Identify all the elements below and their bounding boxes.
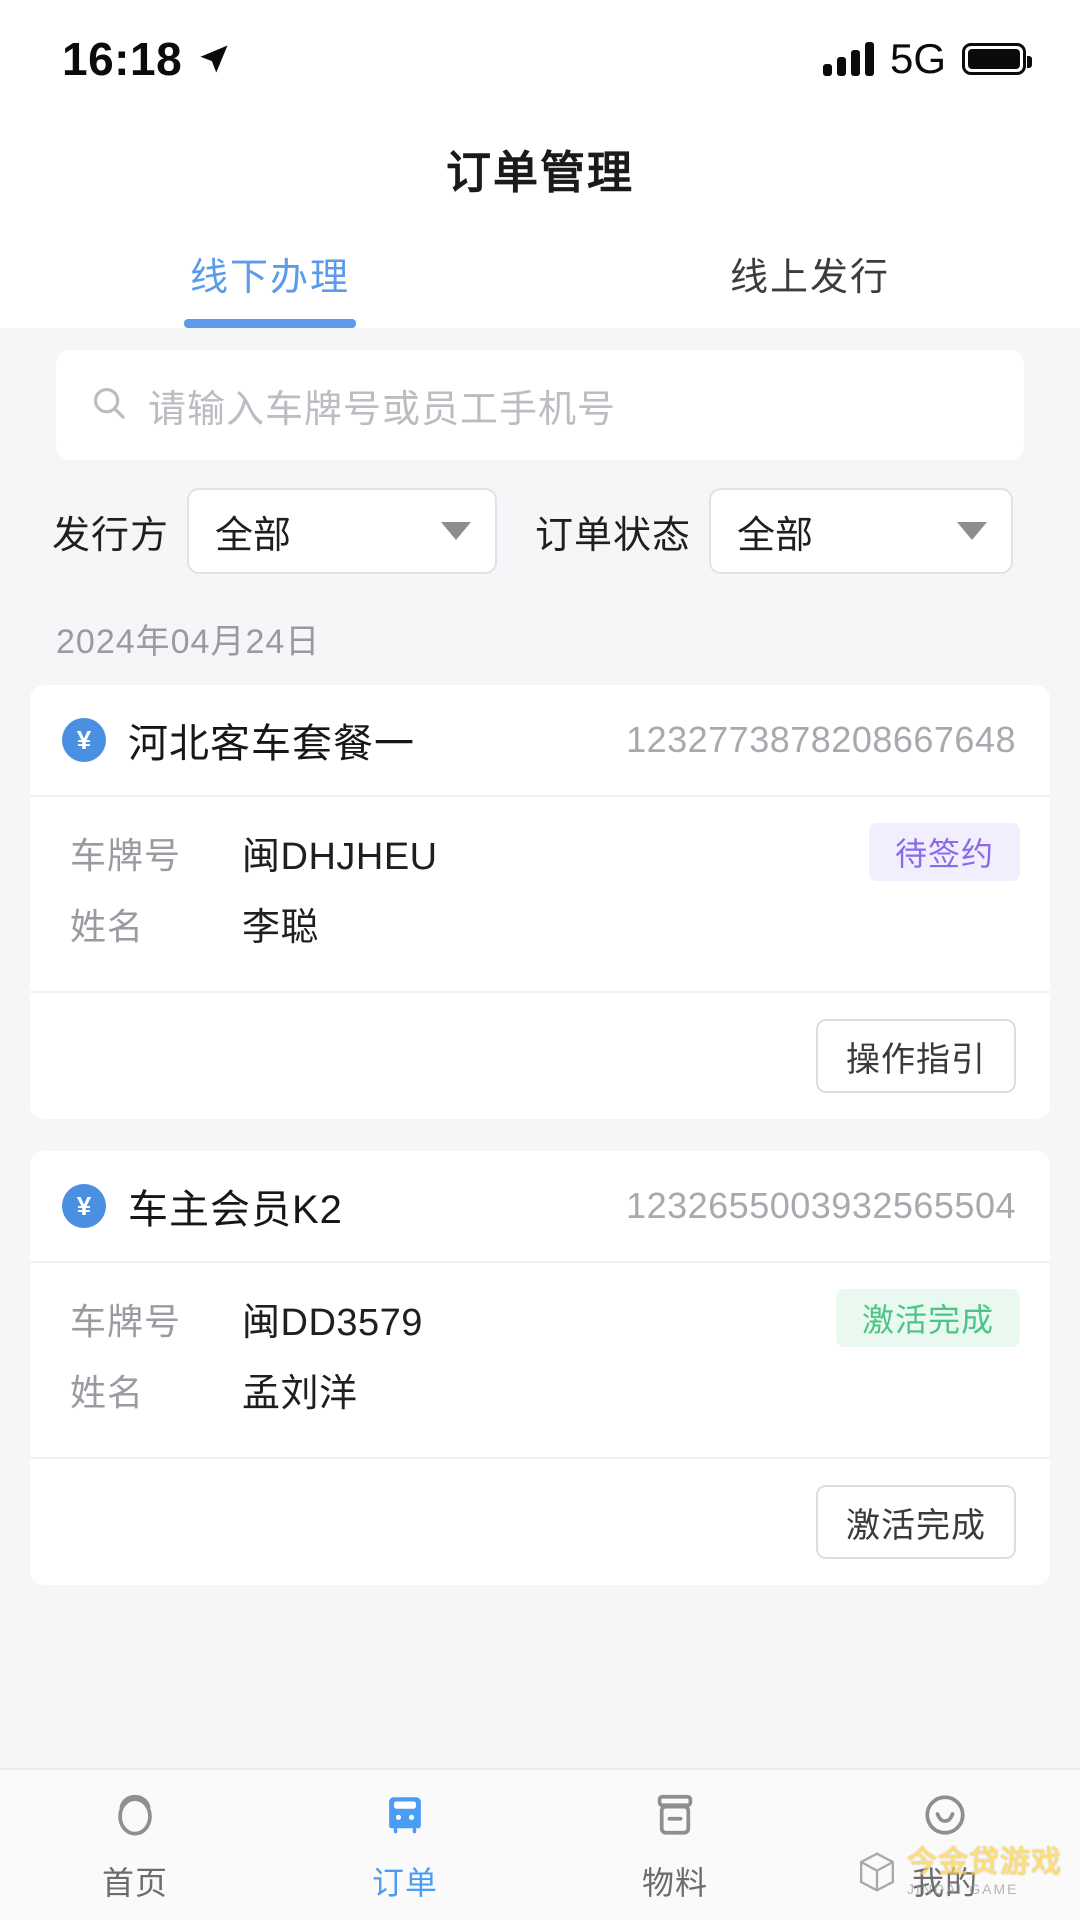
yen-circle-icon: ¥ (62, 1184, 106, 1228)
order-plate-label: 车牌号 (70, 834, 182, 876)
order-product-name: 河北客车套餐一 (128, 722, 415, 766)
order-plate-value: 闽DD3579 (242, 1302, 423, 1344)
order-card-body: 车牌号 闽DHJHEU 姓名 李聪 待签约 (30, 797, 1050, 991)
order-card-footer: 操作指引 (30, 991, 1050, 1119)
filter-issuer-label: 发行方 (52, 514, 170, 557)
search-section: 请输入车牌号或员工手机号 (0, 350, 1080, 460)
battery-full-icon (962, 43, 1032, 75)
box-icon (647, 1787, 703, 1848)
yen-circle-icon: ¥ (62, 718, 106, 762)
search-icon (90, 384, 128, 427)
order-card-header: ¥ 河北客车套餐一 1232773878208667648 (30, 685, 1050, 797)
watermark: 今金贷游戏 JINDAI GAME (857, 1848, 1062, 1896)
signal-bars-icon (822, 42, 874, 76)
watermark-main: 今金贷游戏 (907, 1846, 1062, 1879)
order-card-footer: 激活完成 (30, 1457, 1050, 1585)
order-plate-value: 闽DHJHEU (242, 836, 438, 878)
order-name-label: 姓名 (70, 905, 145, 947)
order-card[interactable]: ¥ 河北客车套餐一 1232773878208667648 车牌号 闽DHJHE… (30, 685, 1050, 1119)
bottom-navigation: 首页 订单 物料 我的 (0, 1768, 1080, 1920)
status-bar: 16:18 5G (0, 0, 1080, 118)
order-product-name: 车主会员K2 (128, 1188, 343, 1232)
tab-online[interactable]: 线上发行 (540, 218, 1080, 328)
nav-item-home-label: 首页 (101, 1864, 168, 1901)
order-number: 1232773878208667648 (626, 719, 1016, 760)
filter-issuer-value: 全部 (215, 514, 292, 557)
nav-item-materials[interactable]: 物料 (540, 1787, 810, 1904)
content-area: 请输入车牌号或员工手机号 发行方 全部 订单状态 全部 2024年04月24日 … (0, 328, 1080, 1778)
nav-item-materials-label: 物料 (641, 1864, 708, 1901)
nav-item-home[interactable]: 首页 (0, 1787, 270, 1904)
order-name-row: 姓名 孟刘洋 (70, 1362, 1016, 1417)
search-input[interactable]: 请输入车牌号或员工手机号 (148, 378, 616, 433)
order-name-value: 孟刘洋 (242, 1373, 358, 1415)
tab-online-label: 线上发行 (729, 256, 890, 299)
activate-complete-button[interactable]: 激活完成 (816, 1485, 1016, 1559)
order-product-group: ¥ 车主会员K2 (62, 1177, 343, 1235)
network-type-label: 5G (889, 35, 946, 82)
nav-item-orders[interactable]: 订单 (270, 1787, 540, 1904)
order-plate-label: 车牌号 (70, 1300, 182, 1342)
watermark-sub: JINDAI GAME (907, 1881, 1019, 1897)
status-time: 16:18 (62, 33, 183, 85)
order-card-header: ¥ 车主会员K2 1232655003932565504 (30, 1151, 1050, 1263)
page-title: 订单管理 (445, 146, 634, 198)
tab-offline[interactable]: 线下办理 (0, 218, 540, 328)
status-badge: 待签约 (868, 823, 1020, 881)
home-icon (107, 1787, 163, 1848)
status-badge: 激活完成 (835, 1289, 1020, 1347)
filter-status-select[interactable]: 全部 (709, 488, 1014, 574)
operation-guide-button[interactable]: 操作指引 (816, 1019, 1016, 1093)
order-number: 1232655003932565504 (626, 1185, 1016, 1226)
tab-active-indicator (184, 319, 356, 328)
location-arrow-icon (196, 41, 232, 77)
profile-icon (917, 1787, 973, 1848)
tab-bar: 线下办理 线上发行 (0, 218, 1080, 328)
order-name-value: 李聪 (242, 907, 320, 949)
car-icon (377, 1787, 433, 1848)
nav-item-orders-label: 订单 (371, 1864, 438, 1901)
order-card[interactable]: ¥ 车主会员K2 1232655003932565504 车牌号 闽DD3579… (30, 1151, 1050, 1585)
navigation-bar: 订单管理 (0, 118, 1080, 218)
order-card-body: 车牌号 闽DD3579 姓名 孟刘洋 激活完成 (30, 1263, 1050, 1457)
watermark-text: 今金贷游戏 JINDAI GAME (907, 1846, 1062, 1897)
chevron-down-icon (957, 522, 988, 540)
filter-issuer-select[interactable]: 全部 (187, 488, 498, 574)
cube-icon (857, 1850, 897, 1894)
date-group-header: 2024年04月24日 (56, 623, 321, 661)
filter-status-label: 订单状态 (535, 514, 692, 557)
order-name-row: 姓名 李聪 (70, 896, 1016, 951)
app-screen: 16:18 5G 订单管理 线下办理 线上发行 请输入车牌号或员工手机号 发行方… (0, 0, 1080, 1920)
chevron-down-icon (441, 522, 472, 540)
filter-status-value: 全部 (737, 514, 814, 557)
status-bar-left: 16:18 (62, 32, 232, 86)
order-product-group: ¥ 河北客车套餐一 (62, 711, 415, 769)
search-bar[interactable]: 请输入车牌号或员工手机号 (56, 350, 1024, 460)
order-name-label: 姓名 (70, 1371, 145, 1413)
tab-offline-label: 线下办理 (189, 256, 350, 299)
status-bar-right: 5G (822, 35, 1032, 83)
filter-row: 发行方 全部 订单状态 全部 (0, 460, 1080, 574)
